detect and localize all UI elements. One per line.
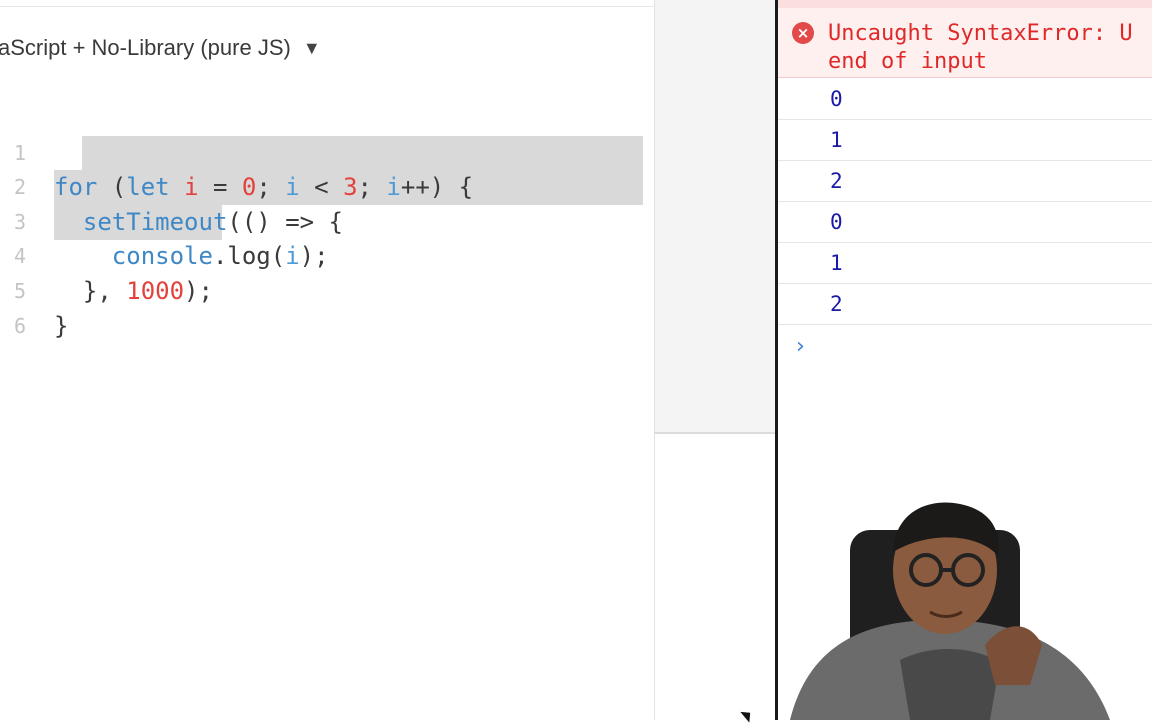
line-number: 6 [13,313,26,338]
console-log-row: 1 [778,120,1152,161]
code-line: 5 } [0,239,654,340]
editor-top-divider [0,6,654,7]
code-line: 6 [0,274,654,338]
console-prompt-icon[interactable]: › [796,334,805,359]
x-circle-icon: × [792,22,814,44]
console-log-row: 0 [778,202,1152,243]
console-log-row: 2 [778,161,1152,202]
language-label: aScript + No-Library (pure JS) [0,35,291,60]
code-line: 1 for (let i = 0; i < 3; i++) { [0,101,654,202]
log-value: 1 [830,251,843,275]
code-line: 3 console.log(i); [0,170,654,271]
pane-gutter [654,0,776,432]
code-line: 2 setTimeout(() => { [0,136,654,236]
log-value: 0 [830,210,843,234]
language-select[interactable]: aScript + No-Library (pure JS) ▼ [0,32,321,64]
console-error-row: × Uncaught SyntaxError: U end of input [778,0,1152,78]
presenter-webcam [790,502,1110,720]
log-value: 2 [830,292,843,316]
console-log-row: 0 [778,79,1152,120]
code-line: 4 }, 1000); [0,205,654,305]
code-editor-pane[interactable]: aScript + No-Library (pure JS) ▼ 1 for (… [0,0,654,720]
caret-down-icon: ▼ [302,37,321,58]
log-value: 2 [830,169,843,193]
console-log-row: 2 [778,284,1152,325]
error-message: Uncaught SyntaxError: U end of input [828,21,1133,74]
code-area[interactable]: 1 for (let i = 0; i < 3; i++) { 2 setTim… [0,101,654,340]
log-value: 0 [830,87,843,111]
console-log-row: 1 [778,243,1152,284]
log-value: 1 [830,128,843,152]
pane-gutter-lower [654,434,776,720]
